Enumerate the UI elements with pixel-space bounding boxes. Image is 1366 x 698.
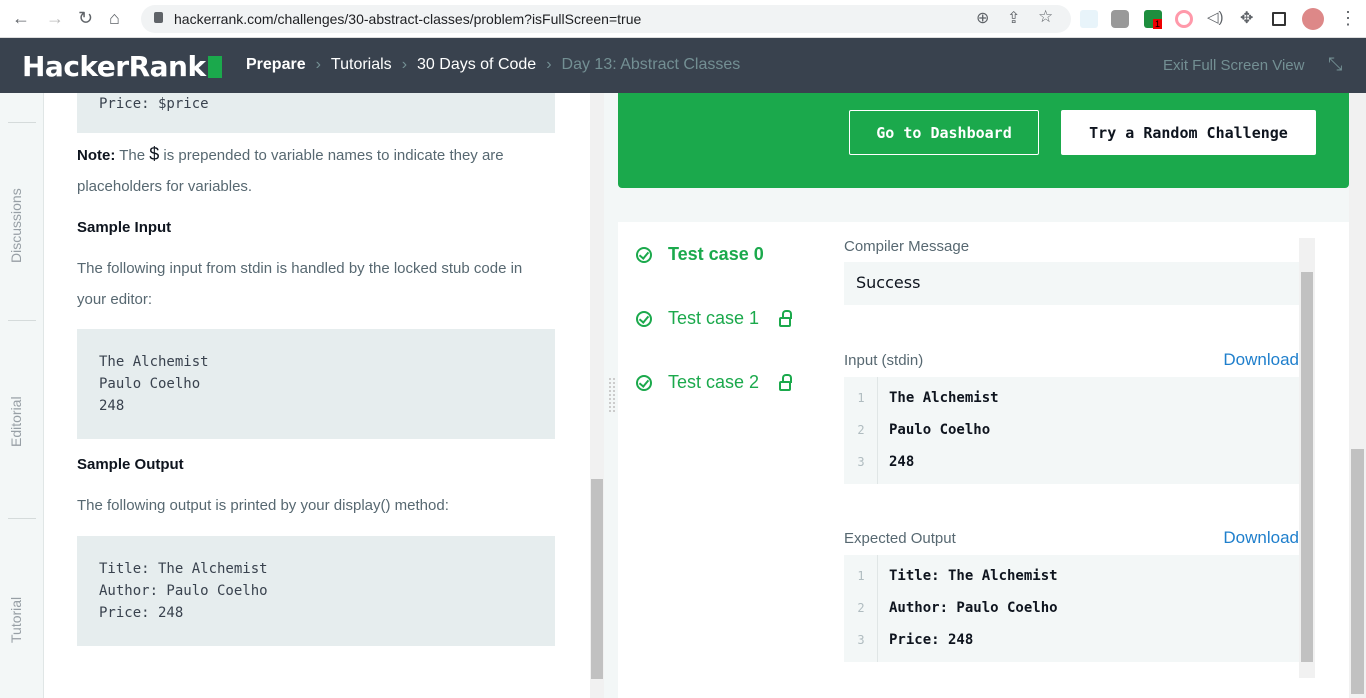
speaker-icon[interactable]: ◁)	[1207, 8, 1224, 26]
logo-text: HackerRank	[22, 50, 206, 83]
problem-panel: Price: $price Note: The $ is prepended t…	[44, 93, 590, 698]
results-scrollbar[interactable]	[1299, 238, 1315, 678]
resize-handle[interactable]	[609, 378, 615, 412]
go-to-dashboard-button[interactable]: Go to Dashboard	[849, 110, 1039, 155]
check-icon	[636, 374, 652, 391]
breadcrumb: Prepare › Tutorials › 30 Days of Code › Day…	[246, 56, 741, 74]
compiler-message-label: Compiler Message	[844, 238, 970, 255]
menu-dots-icon[interactable]: ⋮	[1339, 8, 1357, 29]
expected-output-label: Expected Output	[844, 530, 956, 547]
sample-output-code: Title: The Alchemist Author: Paulo Coelh…	[77, 536, 555, 646]
extension-icon[interactable]	[1080, 10, 1098, 28]
minimize-icon[interactable]: ⤡	[1328, 54, 1342, 75]
forward-icon[interactable]: →	[46, 8, 64, 29]
site-header: HackerRank Prepare › Tutorials › 30 Days o…	[0, 38, 1366, 93]
extension-badge-icon[interactable]: 1	[1144, 10, 1163, 29]
sample-input-code: The Alchemist Paulo Coelho 248	[77, 329, 555, 439]
test-case-2[interactable]: Test case 2	[636, 372, 793, 393]
avatar[interactable]	[1302, 8, 1324, 30]
reload-icon[interactable]: ↻	[78, 8, 93, 29]
note: Note: The $ is prepended to variable nam…	[77, 144, 504, 195]
home-icon[interactable]: ⌂	[109, 8, 120, 29]
sample-output-desc: The following output is printed by your …	[77, 497, 449, 514]
random-challenge-button[interactable]: Try a Random Challenge	[1061, 110, 1316, 155]
input-box: 1 The Alchemist 2 Paulo Coelho 3 248	[844, 377, 1299, 484]
download-extension-icon[interactable]	[1175, 10, 1193, 28]
exit-fullscreen-link[interactable]: Exit Full Screen View	[1163, 57, 1304, 74]
test-case-0[interactable]: Test case 0	[636, 244, 764, 265]
page-scrollbar[interactable]	[1349, 93, 1366, 698]
breadcrumb-prepare[interactable]: Prepare	[246, 56, 306, 74]
share-icon[interactable]: ⇪	[1007, 8, 1020, 28]
lock-icon	[779, 373, 793, 391]
url-text[interactable]: hackerrank.com/challenges/30-abstract-cl…	[174, 11, 641, 27]
breadcrumb-tutorials[interactable]: Tutorials	[331, 56, 392, 74]
breadcrumb-current: Day 13: Abstract Classes	[561, 56, 741, 73]
hackerrank-logo[interactable]: HackerRank	[22, 50, 222, 83]
lock-icon	[154, 12, 163, 23]
lock-icon	[779, 309, 793, 327]
success-banner: Go to Dashboard Try a Random Challenge	[618, 93, 1349, 188]
test-case-1[interactable]: Test case 1	[636, 308, 793, 329]
sample-input-desc: The following input from stdin is handle…	[77, 260, 523, 308]
browser-toolbar: ← → ↻ ⌂ hackerrank.com/challenges/30-abs…	[0, 0, 1366, 38]
breadcrumb-30-days[interactable]: 30 Days of Code	[417, 56, 536, 74]
back-icon[interactable]: ←	[12, 8, 30, 29]
left-scrollbar[interactable]	[590, 93, 604, 698]
compiler-message: Success	[844, 262, 1299, 305]
bookmark-star-icon[interactable]: ☆	[1038, 7, 1053, 27]
side-panel-icon[interactable]	[1272, 12, 1286, 26]
test-results-panel: Test case 0 Test case 1 Test case 2 Comp…	[618, 222, 1349, 698]
expected-output-box: 1 Title: The Alchemist 2 Author: Paulo Coe…	[844, 555, 1299, 662]
camera-extension-icon[interactable]	[1111, 10, 1129, 28]
extension-badge: 1	[1153, 19, 1163, 29]
code-block: Price: $price	[77, 93, 555, 133]
download-input-link[interactable]: Download	[1223, 350, 1299, 370]
sidebar: Discussions Editorial Tutorial	[0, 93, 44, 698]
tab-discussions[interactable]: Discussions	[8, 188, 24, 263]
sample-input-heading: Sample Input	[77, 219, 172, 236]
zoom-icon[interactable]: ⊕	[976, 8, 989, 28]
tab-editorial[interactable]: Editorial	[8, 396, 24, 447]
download-expected-link[interactable]: Download	[1223, 528, 1299, 548]
sample-output-heading: Sample Output	[77, 456, 184, 473]
address-bar[interactable]: hackerrank.com/challenges/30-abstract-cl…	[141, 5, 1071, 33]
tab-tutorial[interactable]: Tutorial	[8, 597, 24, 643]
check-icon	[636, 310, 652, 327]
extensions-puzzle-icon[interactable]: ✥	[1240, 8, 1253, 28]
input-label: Input (stdin)	[844, 352, 924, 369]
check-icon	[636, 246, 652, 263]
